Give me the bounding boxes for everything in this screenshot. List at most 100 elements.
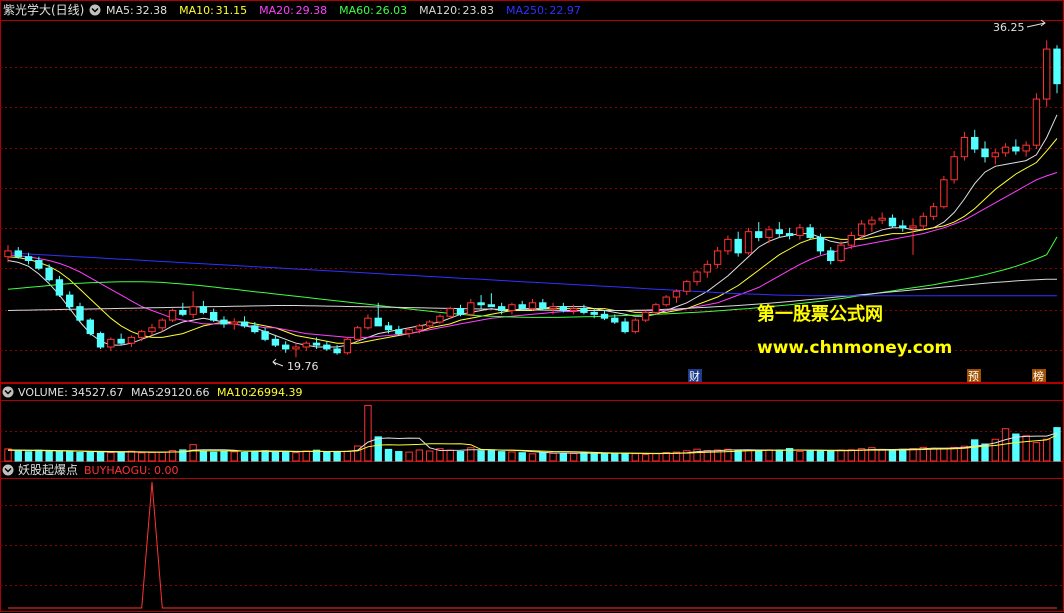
candle-up — [960, 136, 969, 158]
menu-chevron-icon[interactable] — [89, 4, 101, 16]
candle-down — [209, 311, 218, 321]
volume-bar — [528, 453, 537, 462]
candle-down — [45, 267, 53, 281]
volume-menu-icon[interactable] — [2, 386, 14, 398]
candle-up — [230, 321, 238, 325]
stock-title: 紫光学大(日线) — [3, 2, 84, 17]
volume-bar — [827, 450, 835, 462]
volume-bar — [487, 450, 496, 462]
ma-line-ma20 — [7, 172, 1058, 338]
candle-up — [436, 315, 444, 323]
candle-down — [76, 306, 84, 321]
candle-up — [405, 329, 413, 335]
volume-ma5-value: 29120.66 — [157, 386, 210, 399]
stock-chart-canvas: 紫光学大(日线) MA5: 32.38 MA10: 31.15 MA20: 29.38 MA… — [0, 0, 1064, 612]
candle-down — [1053, 48, 1061, 85]
candle-down — [271, 338, 280, 346]
candle-down — [312, 342, 321, 346]
volume-title: VOLUME: — [18, 386, 68, 399]
indicator-label: BUYHAOGU: — [84, 464, 151, 477]
candle-down — [66, 294, 74, 308]
volume-ma10-value: 26994.39 — [250, 386, 303, 399]
candle-up — [991, 152, 999, 158]
candle-up — [528, 302, 537, 310]
candle-up — [940, 179, 948, 208]
candle-down — [117, 338, 125, 344]
ma-line-ma5 — [7, 114, 1058, 348]
volume-bar — [580, 452, 588, 462]
watermark-title: 第一股票公式网 — [757, 303, 883, 325]
candle-down — [14, 250, 22, 258]
low-price-label: 19.76 — [287, 360, 319, 373]
candle-up — [343, 338, 352, 354]
volume-bar — [755, 450, 763, 462]
candle-up — [168, 309, 177, 321]
volume-bar — [96, 451, 105, 462]
candle-up — [569, 308, 578, 311]
candle-up — [4, 250, 12, 258]
candle-down — [220, 319, 228, 325]
event-markers: 财 预 榜 — [688, 369, 1046, 383]
volume-bar — [230, 451, 238, 462]
volume-bar — [45, 450, 53, 462]
volume-value: 34527.67 — [71, 386, 124, 399]
volume-bar — [86, 451, 94, 462]
candle-up — [703, 263, 712, 273]
volume-bar — [251, 451, 259, 462]
volume-bar — [1043, 438, 1051, 462]
candle-up — [364, 317, 372, 329]
volume-bar — [55, 450, 64, 462]
candle-up — [158, 319, 166, 329]
candle-down — [580, 308, 588, 313]
volume-bar — [395, 451, 403, 462]
ma-line-ma250 — [7, 252, 1057, 297]
candle-down — [395, 329, 403, 335]
candle-up — [662, 296, 670, 306]
candle-up — [765, 229, 773, 238]
candle-up — [1032, 98, 1041, 146]
volume-bar — [14, 450, 22, 462]
candle-up — [508, 304, 516, 311]
volume-bar — [302, 450, 310, 462]
volume-bar — [631, 453, 640, 462]
candle-down — [806, 227, 814, 238]
ma-legend: MA5: 32.38 MA10: 31.15 MA20: 29.38 MA60: 26.03 M… — [106, 4, 581, 17]
volume-bar — [374, 436, 382, 462]
ma-legend-label: MA120: — [419, 4, 461, 17]
volume-bar — [333, 451, 341, 462]
volume-bar — [518, 452, 526, 462]
volume-bar — [971, 439, 979, 462]
candle-up — [724, 238, 732, 252]
volume-bar — [323, 451, 331, 462]
candle-up — [107, 338, 115, 348]
candle-down — [24, 256, 33, 262]
volume-ma10-label: MA10: — [217, 386, 252, 399]
candle-down — [755, 231, 763, 238]
event-marker-finance-label: 财 — [689, 369, 700, 383]
volume-bar — [837, 449, 845, 462]
volume-bar — [765, 449, 773, 462]
candle-down — [55, 279, 64, 296]
ma-legend-value: 29.38 — [296, 4, 328, 17]
ma-legend-label: MA5: — [106, 4, 134, 17]
candle-down — [590, 311, 598, 315]
volume-bar — [929, 448, 938, 462]
volume-bar — [24, 451, 33, 462]
candle-up — [744, 231, 753, 254]
ma-legend-value: 32.38 — [136, 4, 168, 17]
volume-bar — [549, 452, 557, 462]
volume-bar — [1032, 442, 1041, 462]
indicator-menu-icon[interactable] — [2, 464, 14, 476]
candle-down — [1012, 146, 1020, 152]
candle-up — [857, 223, 866, 237]
volume-bar — [446, 449, 454, 462]
candle-up — [683, 281, 691, 292]
candle-down — [384, 325, 393, 331]
volume-panel — [4, 404, 1061, 462]
volume-bar — [117, 451, 125, 462]
candle-up — [1043, 48, 1051, 100]
candle-up — [1022, 144, 1030, 152]
volume-bar — [425, 450, 434, 462]
volume-bar — [456, 451, 465, 462]
high-price-label: 36.25 — [993, 21, 1025, 34]
